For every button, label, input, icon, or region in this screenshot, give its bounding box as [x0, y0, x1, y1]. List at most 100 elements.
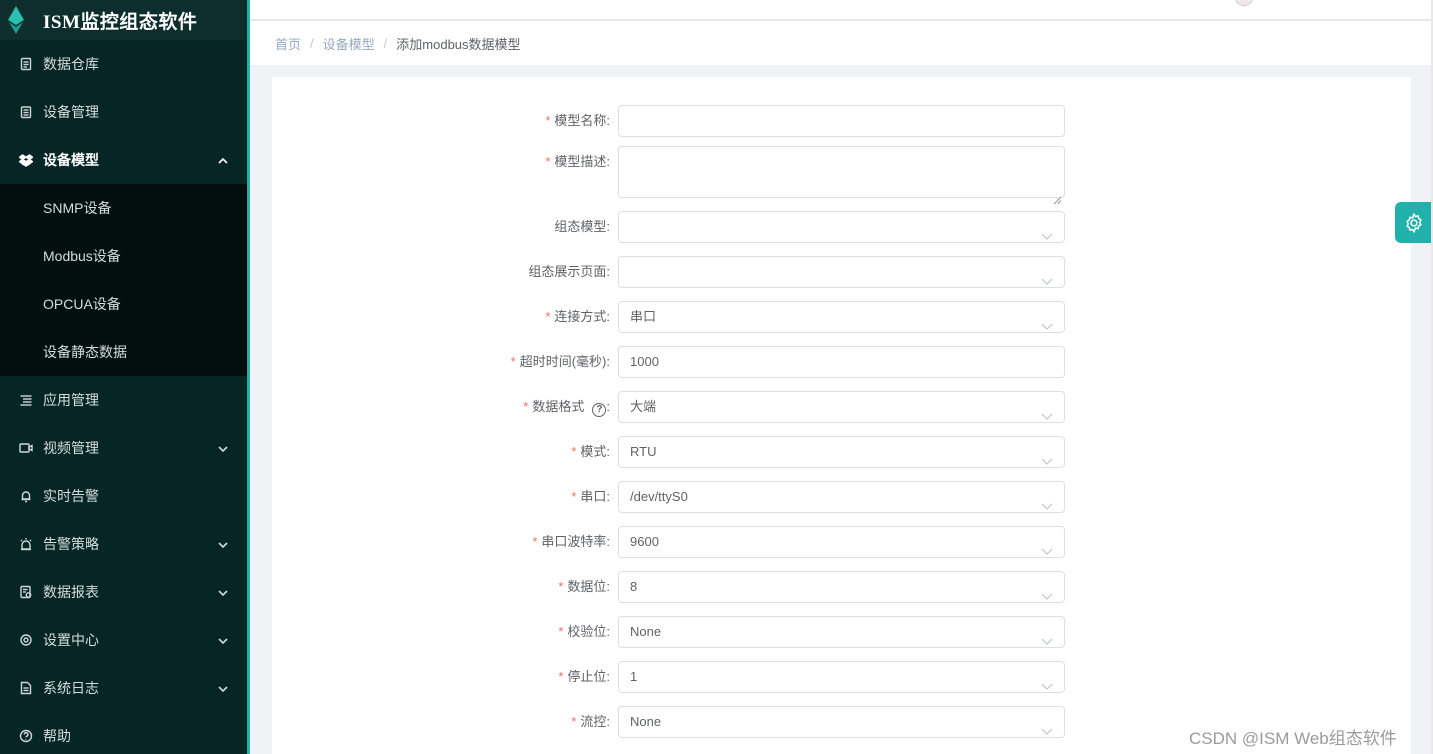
- chevron-down-icon: [1041, 312, 1053, 330]
- app-title: ISM监控组态软件: [43, 11, 198, 33]
- chevron-down-icon: [1041, 627, 1053, 645]
- sidebar-item-7[interactable]: 数据报表: [0, 568, 247, 616]
- list-icon: [19, 393, 33, 407]
- form-row: * 校验位: None: [272, 616, 1411, 648]
- settings-button[interactable]: [1395, 202, 1433, 243]
- sidebar-item-label: 帮助: [43, 728, 71, 744]
- form-row: * 停止位: 1: [272, 661, 1411, 693]
- field-value: 大端: [630, 399, 657, 414]
- chevron-up-icon: [217, 154, 229, 166]
- chevron-down-icon: [217, 634, 229, 646]
- form-row: * 数据位: 8: [272, 571, 1411, 603]
- chevron-down-icon: [217, 586, 229, 598]
- select-field[interactable]: /dev/ttyS0: [618, 481, 1065, 513]
- field-value: 8: [630, 579, 638, 594]
- breadcrumb-separator: /: [383, 35, 388, 51]
- form-label-text: 模型描述:: [554, 154, 610, 169]
- sidebar-item-label: 设备管理: [43, 104, 99, 120]
- submenu-item-0[interactable]: SNMP设备: [0, 184, 247, 232]
- form-row: 组态展示页面:: [272, 256, 1411, 288]
- avatar[interactable]: [1235, 0, 1253, 6]
- sidebar-item-label: 系统日志: [43, 680, 99, 696]
- sidebar-item-6[interactable]: 告警策略: [0, 520, 247, 568]
- form-label: * 连接方式:: [272, 301, 618, 333]
- document-icon: [19, 57, 33, 71]
- form-row: 组态模型:: [272, 211, 1411, 243]
- app-logo[interactable]: ISM监控组态软件: [0, 0, 247, 40]
- breadcrumb: 首页 / 设备模型 / 添加modbus数据模型: [250, 21, 1433, 65]
- select-field[interactable]: None: [618, 706, 1065, 738]
- chevron-down-icon: [1041, 447, 1053, 465]
- sidebar-item-label: 视频管理: [43, 440, 99, 456]
- required-mark: *: [510, 354, 516, 369]
- chevron-down-icon: [217, 538, 229, 550]
- required-mark: *: [571, 444, 577, 459]
- submenu-item-3[interactable]: 设备静态数据: [0, 328, 247, 376]
- chevron-down-icon: [1041, 267, 1053, 285]
- select-field[interactable]: 9600: [618, 526, 1065, 558]
- label-colon: :: [606, 399, 610, 414]
- required-mark: *: [545, 113, 551, 128]
- clipboard-icon: [19, 105, 33, 119]
- submenu-item-2[interactable]: OPCUA设备: [0, 280, 247, 328]
- form-label: * 校验位:: [272, 616, 618, 648]
- sidebar-item-9[interactable]: 系统日志: [0, 664, 247, 712]
- sidebar-item-10[interactable]: 帮助: [0, 712, 247, 754]
- sidebar-item-4[interactable]: 视频管理: [0, 424, 247, 472]
- form-label: * 串口:: [272, 481, 618, 513]
- model-form: * 模型名称: * 模型描述: 组态模型: 组态展示页面: * 连接方式: 串口 * 超时时间(毫秒…: [272, 77, 1411, 754]
- select-field[interactable]: 8: [618, 571, 1065, 603]
- submenu-item-1[interactable]: Modbus设备: [0, 232, 247, 280]
- sidebar-item-8[interactable]: 设置中心: [0, 616, 247, 664]
- sidebar-submenu: SNMP设备 Modbus设备 OPCUA设备 设备静态数据: [0, 184, 247, 376]
- field-value: None: [630, 714, 662, 729]
- field-value: RTU: [630, 444, 657, 459]
- form-label-text: 串口:: [580, 489, 610, 504]
- chevron-down-icon: [1041, 672, 1053, 690]
- sidebar-item-label: 设置中心: [43, 632, 99, 648]
- form-label: * 数据格式?:: [272, 391, 618, 423]
- select-field[interactable]: 1: [618, 661, 1065, 693]
- required-mark: *: [532, 534, 538, 549]
- required-mark: *: [571, 489, 577, 504]
- help-circle-icon: [19, 729, 33, 743]
- sidebar-item-label: 数据报表: [43, 584, 99, 600]
- select-field[interactable]: [618, 256, 1065, 288]
- diamond-logo-icon: [8, 6, 24, 34]
- form-label: * 超时时间(毫秒):: [272, 346, 618, 378]
- sidebar-item-0[interactable]: 数据仓库: [0, 40, 247, 88]
- resize-handle-icon[interactable]: [1053, 186, 1062, 205]
- chevron-down-icon: [1041, 492, 1053, 510]
- sidebar: ISM监控组态软件 数据仓库设备管理设备模型 SNMP设备 Modbus设备 OPCU…: [0, 0, 247, 754]
- select-field[interactable]: [618, 211, 1065, 243]
- breadcrumb-device-model[interactable]: 设备模型: [323, 34, 375, 53]
- form-label-text: 连接方式:: [554, 309, 610, 324]
- required-mark: *: [558, 669, 564, 684]
- chevron-down-icon: [1041, 717, 1053, 735]
- breadcrumb-home[interactable]: 首页: [275, 34, 301, 53]
- text-input[interactable]: [618, 105, 1065, 137]
- sidebar-item-label: 应用管理: [43, 392, 99, 408]
- form-label-text: 数据格式: [532, 399, 585, 414]
- sidebar-item-1[interactable]: 设备管理: [0, 88, 247, 136]
- select-field[interactable]: RTU: [618, 436, 1065, 468]
- form-label-text: 组态模型:: [554, 219, 610, 234]
- sidebar-item-5[interactable]: 实时告警: [0, 472, 247, 520]
- breadcrumb-separator: /: [310, 35, 314, 51]
- field-value: 1: [630, 669, 638, 684]
- sidebar-item-3[interactable]: 应用管理: [0, 376, 247, 424]
- sidebar-item-label: 实时告警: [43, 488, 99, 504]
- select-field[interactable]: 大端: [618, 391, 1065, 423]
- select-field[interactable]: None: [618, 616, 1065, 648]
- sidebar-item-2[interactable]: 设备模型: [0, 136, 247, 184]
- chevron-down-icon: [217, 442, 229, 454]
- question-circle-icon[interactable]: ?: [592, 403, 607, 417]
- textarea-field[interactable]: [618, 146, 1065, 205]
- sidebar-item-label: 设备模型: [43, 152, 99, 168]
- text-input[interactable]: 1000: [618, 346, 1065, 378]
- dropbox-icon: [19, 153, 33, 167]
- select-field[interactable]: 串口: [618, 301, 1065, 333]
- required-mark: *: [545, 154, 551, 169]
- form-row: * 串口: /dev/ttyS0: [272, 481, 1411, 513]
- gear-icon: [19, 633, 33, 647]
